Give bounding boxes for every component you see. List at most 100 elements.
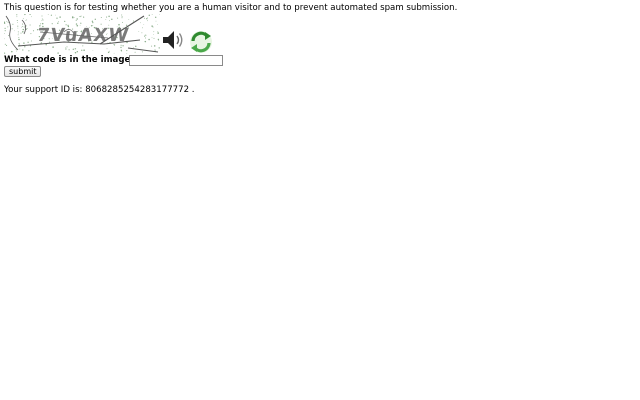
captcha-noise-dot	[148, 38, 150, 41]
captcha-noise-dot	[151, 37, 153, 39]
captcha-noise-dot	[158, 47, 160, 49]
support-id-value: 8068285254283177772	[85, 85, 190, 95]
captcha-noise-dot	[56, 17, 58, 19]
captcha-noise-dot	[55, 14, 56, 16]
captcha-noise-dot	[74, 51, 77, 54]
captcha-noise-dot	[4, 27, 6, 29]
captcha-noise-dot	[66, 46, 68, 48]
captcha-row: 7VuAXW	[4, 14, 224, 54]
captcha-noise-dot	[11, 50, 13, 53]
captcha-noise-dot	[14, 30, 16, 32]
captcha-noise-dot	[153, 34, 155, 35]
captcha-noise-dot	[76, 18, 78, 20]
captcha-noise-dot	[78, 16, 80, 18]
refresh-captcha-button[interactable]	[188, 29, 214, 55]
captcha-noise-dot	[126, 50, 128, 52]
refresh-icon	[190, 31, 212, 53]
captcha-noise-dot	[73, 17, 75, 18]
captcha-noise-dot	[21, 26, 22, 28]
captcha-noise-dot	[108, 15, 110, 18]
captcha-noise-dot	[7, 26, 9, 28]
captcha-noise-dot	[148, 14, 151, 17]
captcha-noise-dot	[81, 49, 83, 51]
captcha-noise-dot	[31, 16, 32, 18]
captcha-noise-dot	[15, 50, 17, 52]
captcha-noise-dot	[145, 34, 147, 36]
captcha-noise-dot	[22, 49, 24, 51]
captcha-noise-dot	[17, 27, 19, 29]
captcha-noise-dot	[143, 17, 145, 19]
captcha-noise-dot	[79, 16, 81, 18]
captcha-noise-dot	[111, 18, 113, 21]
speaker-icon	[163, 31, 183, 49]
captcha-noise-dot	[6, 45, 7, 47]
captcha-noise-dot	[18, 37, 20, 39]
captcha-noise-dot	[83, 49, 85, 51]
captcha-noise-dot	[24, 46, 26, 48]
captcha-noise-dot	[71, 16, 74, 18]
captcha-noise-dot	[51, 23, 53, 25]
captcha-noise-dot	[16, 19, 18, 22]
audio-captcha-button[interactable]	[161, 28, 187, 52]
captcha-noise-dot	[25, 19, 27, 21]
captcha-noise-dot	[100, 17, 102, 18]
captcha-noise-dot	[151, 25, 153, 27]
captcha-noise-dot	[91, 20, 94, 23]
captcha-noise-dot	[50, 14, 53, 16]
captcha-noise-dot	[122, 21, 124, 23]
captcha-noise-dot	[121, 16, 123, 18]
captcha-noise-dot	[65, 48, 67, 50]
captcha-noise-dot	[41, 15, 43, 17]
captcha-noise-dot	[147, 20, 148, 22]
intro-text: This question is for testing whether you…	[4, 3, 458, 13]
captcha-noise-dot	[8, 35, 9, 36]
captcha-noise-dot	[20, 32, 22, 34]
captcha-noise-dot	[121, 17, 123, 19]
captcha-noise-dot	[7, 22, 9, 23]
submit-button[interactable]: submit	[4, 66, 42, 77]
captcha-question-row: What code is in the image?	[4, 55, 244, 67]
captcha-noise-dot	[4, 52, 6, 54]
captcha-noise-dot	[17, 22, 18, 23]
captcha-noise-dot	[42, 19, 44, 21]
captcha-noise-dot	[4, 30, 6, 32]
captcha-noise-dot	[27, 41, 29, 43]
captcha-noise-dot	[22, 28, 25, 31]
captcha-noise-dot	[141, 51, 143, 53]
captcha-noise-dot	[6, 20, 8, 22]
captcha-noise-dot	[105, 18, 107, 20]
captcha-noise-dot	[41, 20, 43, 22]
captcha-page: This question is for testing whether you…	[0, 0, 640, 400]
captcha-noise-dot	[22, 25, 24, 27]
captcha-noise-dot	[128, 19, 130, 20]
captcha-noise-dot	[139, 22, 141, 24]
captcha-noise-dot	[75, 19, 77, 21]
captcha-noise-dot	[154, 16, 157, 19]
captcha-noise-dot	[23, 26, 25, 28]
captcha-noise-dot	[138, 31, 140, 32]
captcha-code-input[interactable]	[129, 55, 223, 66]
captcha-noise-dot	[145, 37, 147, 39]
captcha-noise-dot	[75, 48, 77, 49]
captcha-noise-dot	[120, 49, 122, 51]
captcha-noise-dot	[64, 20, 66, 23]
captcha-noise-dot	[92, 22, 94, 24]
captcha-noise-dot	[157, 31, 159, 33]
captcha-noise-dot	[28, 50, 30, 52]
captcha-noise-dot	[4, 43, 6, 45]
captcha-noise-dot	[17, 34, 19, 36]
captcha-noise-dot	[76, 51, 78, 53]
captcha-noise-dot	[17, 25, 19, 27]
captcha-noise-dot	[142, 27, 144, 29]
captcha-noise-dot	[94, 18, 96, 20]
captcha-noise-dot	[106, 48, 108, 50]
captcha-noise-dot	[22, 31, 24, 33]
captcha-noise-dot	[141, 32, 143, 34]
captcha-noise-dot	[154, 49, 156, 51]
captcha-noise-dot	[144, 35, 146, 37]
captcha-noise-dot	[83, 16, 85, 18]
captcha-noise-dot	[17, 31, 19, 33]
captcha-noise-dot	[18, 38, 20, 41]
captcha-noise-dot	[30, 40, 32, 42]
captcha-noise-dot	[18, 33, 19, 35]
